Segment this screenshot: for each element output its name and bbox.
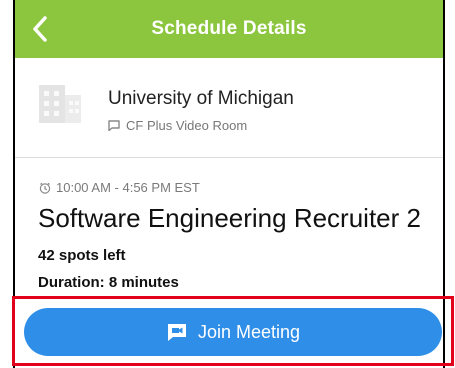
- building-icon: [39, 85, 81, 123]
- duration-text: Duration: 8 minutes: [38, 274, 179, 291]
- room-name: CF Plus Video Room: [126, 118, 248, 133]
- join-meeting-label: Join Meeting: [197, 321, 301, 342]
- video-chat-icon: [167, 324, 186, 341]
- app-header: Schedule Details: [15, 0, 443, 58]
- time-range-text: 10:00 AM - 4:56 PM EST: [56, 180, 200, 195]
- room-label: CF Plus Video Room: [108, 118, 247, 133]
- time-range: 10:00 AM - 4:56 PM EST: [39, 180, 200, 195]
- event-title: Software Engineering Recruiter 2: [38, 203, 421, 233]
- organization-name: University of Michigan: [108, 88, 294, 109]
- clock-icon: [39, 182, 51, 194]
- spots-left: 42 spots left: [38, 247, 126, 264]
- chat-icon: [108, 120, 120, 131]
- page-title: Schedule Details: [151, 18, 307, 39]
- back-button[interactable]: [25, 12, 55, 46]
- organization-row[interactable]: University of Michigan CF Plus Video Roo…: [15, 58, 443, 158]
- chevron-left-icon: [33, 16, 47, 42]
- join-meeting-button[interactable]: Join Meeting: [24, 308, 442, 356]
